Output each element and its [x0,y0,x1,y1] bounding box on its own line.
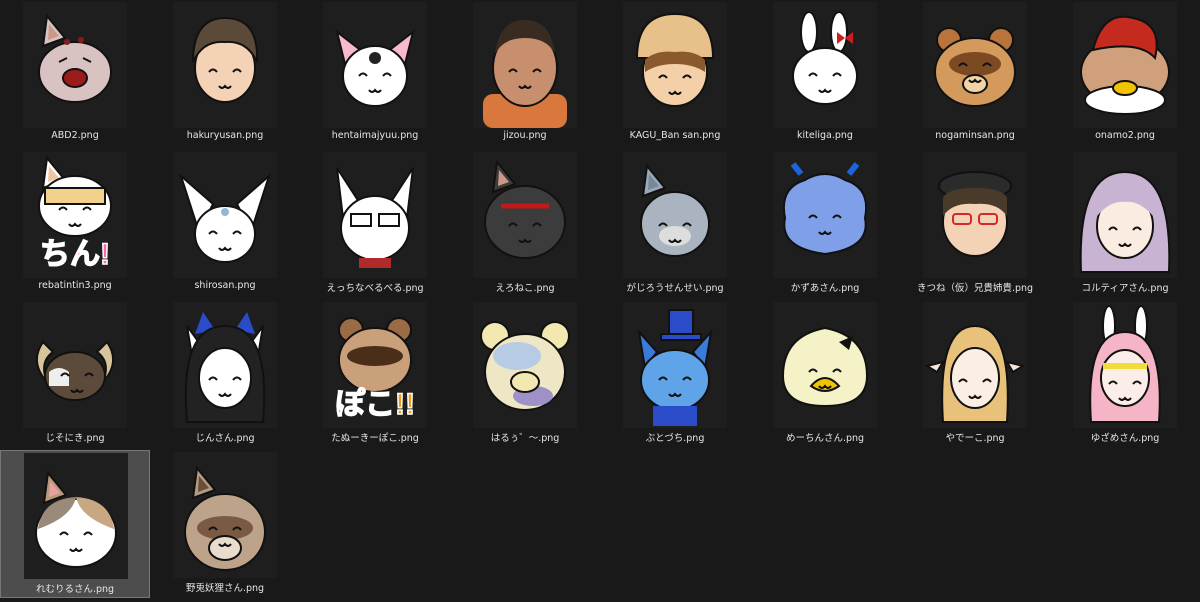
file-name: shirosan.png [194,280,256,291]
human-face-bald-icon [473,2,577,128]
file-item[interactable]: がじろうせんせい.png [600,150,750,298]
white-fox-glasses-icon [323,152,427,278]
file-item[interactable]: KAGU_Ban san.png [600,0,750,148]
file-item[interactable]: ABD2.png [0,0,150,148]
file-name: hentaimajyuu.png [331,130,419,141]
human-face-beret-icon [923,152,1027,278]
file-name: たぬーきーぽこ.png [331,433,419,444]
yellow-duck-icon [773,302,877,428]
gray-wolf-icon [623,152,727,278]
file-item[interactable]: やでーこ.png [900,300,1050,448]
svg-text:ぽこ!!: ぽこ!! [335,387,415,421]
file-item[interactable]: hakuryusan.png [150,0,300,148]
file-grid: ABD2.png hakuryusan.png hentaimajyuu.png… [0,0,1200,602]
file-name: めーちんさん.png [785,433,865,444]
file-item[interactable]: shirosan.png [150,150,300,298]
cat-face-red-mouth-icon [23,2,127,128]
human-face-brown-hair-icon [173,2,277,128]
file-name: じんさん.png [195,433,255,444]
file-item[interactable]: ちん! rebatintin3.png [0,150,150,298]
file-item[interactable]: kiteliga.png [750,0,900,148]
blonde-elf-icon [923,302,1027,428]
purple-hair-girl-icon [1073,152,1177,278]
file-item[interactable]: かずあさん.png [750,150,900,298]
blue-wolf-top-hat-icon [623,302,727,428]
blue-fluffy-creature-icon [773,152,877,278]
svg-text:ちん!: ちん! [40,238,110,271]
file-name: onamo2.png [1095,130,1155,141]
file-name: コルティアさん.png [1081,283,1169,294]
file-item[interactable]: じんさん.png [150,300,300,448]
file-item[interactable]: ぽこ!! たぬーきーぽこ.png [300,300,450,448]
file-name: がじろうせんせい.png [626,283,724,294]
file-name: kiteliga.png [797,130,853,141]
file-name: きつね（仮）兄貴姉貴.png [916,283,1034,294]
file-item[interactable]: 野兎妖狸さん.png [150,450,300,598]
calico-cat-icon [24,453,128,579]
white-fennec-icon [173,152,277,278]
file-item[interactable]: えっちなべるべる.png [300,150,450,298]
pastel-bear-icon [473,302,577,428]
file-name: jizou.png [503,130,547,141]
file-item[interactable]: onamo2.png [1050,0,1200,148]
cat-glasses-sticker-icon: ちん! [23,152,127,278]
file-name: 野兎妖狸さん.png [185,583,265,594]
pink-hair-bunny-icon [1073,302,1177,428]
raccoon-sticker-icon: ぽこ!! [323,302,427,428]
file-item[interactable]: ゆざめさん.png [1050,300,1200,448]
file-item[interactable]: コルティアさん.png [1050,150,1200,298]
file-name: nogaminsan.png [935,130,1015,141]
goat-horns-icon [23,302,127,428]
file-item[interactable]: めーちんさん.png [750,300,900,448]
file-item[interactable]: はるぅ゛〜.png [450,300,600,448]
black-hair-girl-ears-icon [173,302,277,428]
file-item[interactable]: hentaimajyuu.png [300,0,450,148]
file-name: ぶとづち.png [645,433,705,444]
bird-red-crest-icon [1073,2,1177,128]
tanuki-face-icon [923,2,1027,128]
file-item[interactable]: jizou.png [450,0,600,148]
file-name: ABD2.png [51,130,99,141]
file-name: rebatintin3.png [38,280,112,291]
brown-raccoon-dog-icon [173,452,277,578]
file-item[interactable]: きつね（仮）兄貴姉貴.png [900,150,1050,298]
file-item[interactable]: ぶとづち.png [600,300,750,448]
file-name: じそにき.png [45,433,105,444]
file-item[interactable]: じそにき.png [0,300,150,448]
file-item[interactable]: えろねこ.png [450,150,600,298]
file-name: れむりるさん.png [35,584,115,595]
file-item[interactable]: れむりるさん.png [0,450,150,598]
human-face-cap-icon [623,2,727,128]
file-name: かずあさん.png [790,283,860,294]
file-name: ゆざめさん.png [1090,433,1160,444]
file-name: はるぅ゛〜.png [490,433,560,444]
file-name: KAGU_Ban san.png [629,130,721,141]
file-name: やでーこ.png [945,433,1005,444]
white-rabbit-bow-icon [773,2,877,128]
file-name: えろねこ.png [495,283,555,294]
file-name: えっちなべるべる.png [326,283,424,294]
file-name: hakuryusan.png [186,130,264,141]
black-cat-red-glasses-icon [473,152,577,278]
file-item[interactable]: nogaminsan.png [900,0,1050,148]
white-fox-pink-ears-icon [323,2,427,128]
